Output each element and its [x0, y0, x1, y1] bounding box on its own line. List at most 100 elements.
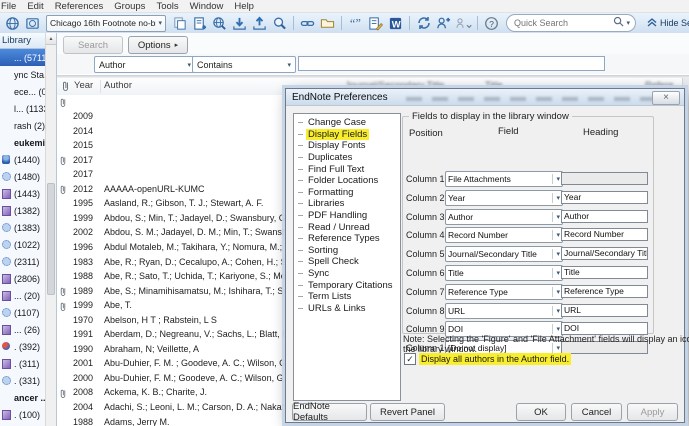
- search-value-input[interactable]: [298, 56, 605, 71]
- sidebar-group[interactable]: (1382): [0, 202, 46, 219]
- preference-category[interactable]: Folder Locations: [294, 175, 400, 187]
- sidebar-group[interactable]: (2311): [0, 253, 46, 270]
- sidebar-group[interactable]: ... (26): [0, 321, 46, 338]
- scrollbar-thumb[interactable]: [47, 183, 55, 295]
- sidebar-group[interactable]: (1383): [0, 219, 46, 236]
- field-dropdown[interactable]: Year ▾: [445, 189, 563, 206]
- copy-icon[interactable]: [170, 15, 189, 32]
- field-dropdown[interactable]: Author ▾: [445, 208, 563, 225]
- dialog-title-bar[interactable]: EndNote Preferences: [286, 89, 684, 106]
- sidebar-group[interactable]: (1022): [0, 236, 46, 253]
- sidebar-group[interactable]: (1480): [0, 168, 46, 185]
- endnote-defaults-button[interactable]: EndNote Defaults: [292, 401, 367, 423]
- search-field-dropdown[interactable]: Author ▾: [94, 56, 196, 73]
- heading-input[interactable]: Title: [561, 266, 648, 279]
- apply-button[interactable]: Apply: [627, 403, 678, 421]
- quick-search-box[interactable]: ▾: [506, 14, 636, 32]
- year-column-header[interactable]: Year: [74, 80, 93, 91]
- field-dropdown[interactable]: Title ▾: [445, 265, 563, 281]
- preference-category[interactable]: Display Fields: [294, 128, 400, 141]
- export-icon[interactable]: [250, 15, 269, 32]
- preference-category[interactable]: Sorting: [294, 245, 400, 257]
- people-menu-icon[interactable]: [454, 15, 473, 32]
- display-all-authors-checkbox[interactable]: [404, 353, 416, 365]
- word-cwyw-icon[interactable]: W: [386, 15, 405, 32]
- heading-input[interactable]: Journal/Secondary Title: [561, 247, 648, 261]
- menu-item[interactable]: Window: [183, 1, 231, 12]
- preference-category[interactable]: Display Fonts: [294, 140, 400, 152]
- scroll-up-arrow[interactable]: ▲: [46, 33, 56, 45]
- format-bibliography-icon[interactable]: [366, 15, 385, 32]
- new-reference-icon[interactable]: [190, 15, 209, 32]
- sidebar-group[interactable]: ancer ...: [0, 389, 46, 406]
- find-full-text-icon[interactable]: [270, 15, 289, 32]
- preference-category[interactable]: Term Lists: [294, 291, 400, 303]
- sidebar-group[interactable]: . (392): [0, 338, 46, 355]
- preference-category[interactable]: PDF Handling: [294, 210, 400, 222]
- preference-category[interactable]: Duplicates: [294, 152, 400, 164]
- preference-category[interactable]: Read / Unread: [294, 221, 400, 233]
- sidebar-group[interactable]: . (100): [0, 406, 46, 423]
- web-capture-icon[interactable]: [23, 15, 42, 32]
- sync-icon[interactable]: [414, 15, 433, 32]
- heading-input[interactable]: Author: [561, 209, 648, 223]
- preference-category[interactable]: Sync: [294, 268, 400, 280]
- sidebar-group[interactable]: rash (2): [0, 117, 46, 134]
- sidebar-group[interactable]: (1440): [0, 151, 46, 168]
- heading-input[interactable]: [561, 172, 648, 185]
- field-dropdown[interactable]: File Attachments ▾: [445, 171, 563, 187]
- sidebar-group[interactable]: ... (5711): [0, 49, 46, 66]
- preference-category[interactable]: Find Full Text: [294, 163, 400, 175]
- output-style-selector[interactable]: Chicago 16th Footnote no-blib ▾: [46, 14, 166, 32]
- sidebar-group[interactable]: ync Sta...: [0, 66, 46, 83]
- import-icon[interactable]: [230, 15, 249, 32]
- preference-category[interactable]: Temporary Citations: [294, 279, 400, 291]
- open-folder-icon[interactable]: [318, 15, 337, 32]
- sidebar-group[interactable]: ... (20): [0, 287, 46, 304]
- revert-panel-button[interactable]: Revert Panel: [370, 403, 445, 421]
- author-column-header[interactable]: Author: [104, 80, 132, 91]
- search-button[interactable]: Search: [63, 36, 123, 54]
- field-dropdown[interactable]: Record Number ▾: [445, 227, 563, 244]
- sidebar-group[interactable]: . (331): [0, 372, 46, 389]
- preference-category[interactable]: Change Case: [294, 117, 400, 129]
- quick-search-input[interactable]: [512, 17, 614, 29]
- sidebar-group[interactable]: eukemia: [0, 134, 46, 151]
- heading-input[interactable]: Record Number: [561, 228, 648, 242]
- chevron-down-icon[interactable]: ▾: [626, 19, 630, 27]
- paperclip-column-icon[interactable]: [61, 80, 70, 95]
- search-icon[interactable]: [613, 16, 624, 30]
- field-dropdown[interactable]: Reference Type ▾: [445, 283, 563, 300]
- heading-input[interactable]: Reference Type: [561, 284, 648, 298]
- menu-item[interactable]: Groups: [107, 1, 152, 12]
- heading-input[interactable]: URL: [561, 303, 648, 317]
- share-library-icon[interactable]: [434, 15, 453, 32]
- sidebar-group[interactable]: . (311): [0, 355, 46, 372]
- menu-item[interactable]: Edit: [20, 1, 50, 12]
- cancel-button[interactable]: Cancel: [571, 403, 622, 421]
- sidebar-group[interactable]: l... (1133): [0, 100, 46, 117]
- sidebar-scrollbar[interactable]: ▲: [45, 33, 56, 426]
- menu-item[interactable]: References: [48, 1, 111, 12]
- preference-category[interactable]: Formatting: [294, 187, 400, 199]
- sidebar-group[interactable]: (1107): [0, 304, 46, 321]
- field-dropdown[interactable]: Journal/Secondary Title ▾: [445, 246, 563, 263]
- online-search-icon[interactable]: [210, 15, 229, 32]
- sidebar-group[interactable]: (1443): [0, 185, 46, 202]
- insert-citation-icon[interactable]: “”: [346, 15, 365, 32]
- ok-button[interactable]: OK: [516, 403, 566, 421]
- menu-item[interactable]: Tools: [149, 1, 185, 12]
- heading-input[interactable]: Year: [561, 190, 648, 204]
- preference-category[interactable]: Libraries: [294, 198, 400, 210]
- close-icon[interactable]: [652, 91, 680, 105]
- preference-category[interactable]: URLs & Links: [294, 303, 400, 315]
- menu-item[interactable]: Help: [227, 1, 261, 12]
- help-icon[interactable]: ?: [482, 15, 501, 32]
- search-operator-dropdown[interactable]: Contains ▾: [192, 56, 296, 73]
- preference-category[interactable]: Reference Types: [294, 233, 400, 245]
- hide-search-panel-button[interactable]: Hide Search Panel: [647, 17, 689, 29]
- field-dropdown[interactable]: URL ▾: [445, 302, 563, 319]
- sidebar-group[interactable]: ece... (0): [0, 83, 46, 100]
- preference-category[interactable]: Spell Check: [294, 256, 400, 268]
- options-button[interactable]: Options: [128, 36, 188, 54]
